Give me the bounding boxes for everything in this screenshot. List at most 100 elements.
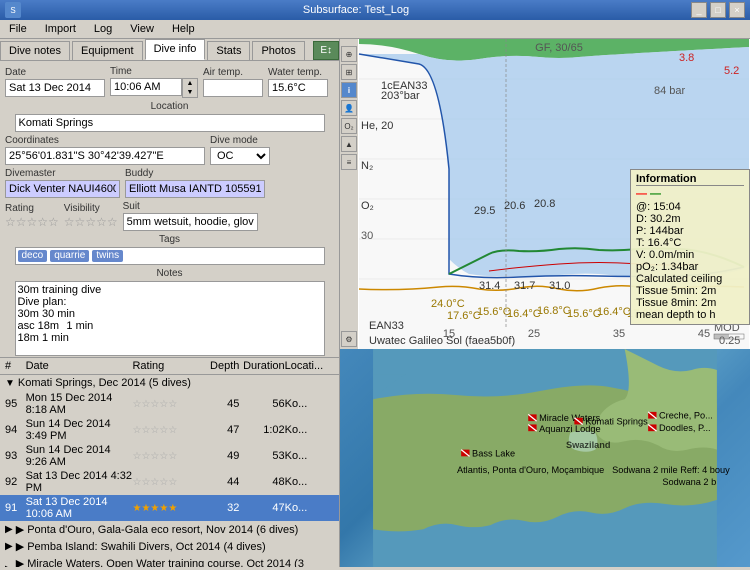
buddy-label: Buddy <box>125 168 265 179</box>
item-duration: 56 <box>239 398 284 410</box>
item-duration: 47 <box>239 502 284 514</box>
maximize-button[interactable]: □ <box>710 2 726 18</box>
svg-text:35: 35 <box>613 328 625 340</box>
spin-up-icon[interactable]: ▲ <box>183 79 197 88</box>
v-label: V: <box>636 249 646 261</box>
group-miracle[interactable]: ▶ ▶ Miracle Waters, Open Water training … <box>0 555 339 567</box>
map-area[interactable]: Miracle Waters Aquanzi Lodge Komati Spri… <box>340 349 750 567</box>
tab-extra[interactable]: E↕ <box>313 41 339 60</box>
green-line-icon: — <box>650 188 661 200</box>
svg-text:Sodwana 2 b: Sodwana 2 b <box>662 477 716 487</box>
time-label: Time <box>110 66 198 77</box>
date-input[interactable] <box>5 79 105 97</box>
depth-icon[interactable]: ▲ <box>341 136 357 152</box>
coordinates-label: Coordinates <box>5 135 205 146</box>
settings-icon[interactable]: ⚙ <box>341 331 357 347</box>
divemode-select[interactable]: OC CCR pSCR SCUBA <box>210 147 270 165</box>
close-button[interactable]: × <box>729 2 745 18</box>
item-date: Sat 13 Dec 2014 10:06 AM <box>26 496 133 520</box>
svg-text:20.6: 20.6 <box>504 200 525 212</box>
suit-input[interactable] <box>123 213 258 231</box>
po2-value: 1.34bar <box>661 261 698 273</box>
svg-text:15.6°C: 15.6°C <box>567 308 601 320</box>
tag-quarrie[interactable]: quarrie <box>50 250 89 262</box>
tab-dive-notes[interactable]: Dive notes <box>0 41 70 60</box>
tab-photos[interactable]: Photos <box>252 41 304 60</box>
svg-text:31.0: 31.0 <box>549 280 570 292</box>
minimize-button[interactable]: _ <box>691 2 707 18</box>
svg-text:31.4: 31.4 <box>479 280 500 292</box>
mean-label: mean depth to h <box>636 309 744 321</box>
svg-text:Sodwana 2 mile Reff: 4 bouy: Sodwana 2 mile Reff: 4 bouy <box>612 465 730 475</box>
location-input[interactable] <box>15 114 325 132</box>
item-location: Ko... <box>285 476 334 488</box>
tab-equipment[interactable]: Equipment <box>72 41 143 60</box>
compass-icon[interactable]: ⊕ <box>341 46 357 62</box>
svg-text:24.0°C: 24.0°C <box>431 298 465 310</box>
item-date: Mon 15 Dec 2014 8:18 AM <box>26 392 133 416</box>
info-icon[interactable]: i <box>341 82 357 98</box>
suit-label: Suit <box>123 201 258 212</box>
rating-label: Rating <box>5 203 59 214</box>
watertemp-input[interactable] <box>268 79 328 97</box>
expand-icon: ▶ <box>5 541 13 552</box>
notes-textarea[interactable]: 30m training dive Dive plan: 30m 30 min … <box>15 281 325 356</box>
group-header-komati[interactable]: ▼ Komati Springs, Dec 2014 (5 dives) <box>0 375 339 391</box>
watertemp-label: Water temp. <box>268 67 328 78</box>
dive-graph: ⊕ ⊞ i 👤 O₂ ▲ ≡ ⚙ <box>340 39 750 349</box>
group-label: Komati Springs, Dec 2014 (5 dives) <box>18 377 191 389</box>
person-icon[interactable]: 👤 <box>341 100 357 116</box>
spin-down-icon[interactable]: ▼ <box>183 88 197 97</box>
item-location: Ko... <box>285 502 334 514</box>
notes-label: Notes <box>156 268 182 279</box>
o2-icon[interactable]: O₂ <box>341 118 357 134</box>
item-depth: 49 <box>202 450 239 462</box>
expand-icon: ▼ <box>5 378 15 389</box>
graph-sidebar: ⊕ ⊞ i 👤 O₂ ▲ ≡ ⚙ <box>340 39 358 349</box>
svg-text:20.8: 20.8 <box>534 198 555 210</box>
menu-help[interactable]: Help <box>168 22 199 36</box>
buddy-input[interactable] <box>125 180 265 198</box>
menu-log[interactable]: Log <box>90 22 116 36</box>
airtemp-input[interactable] <box>203 79 263 97</box>
tag-deco[interactable]: deco <box>18 250 48 262</box>
map-svg: Miracle Waters Aquanzi Lodge Komati Spri… <box>340 349 750 567</box>
visibility-label: Visibility <box>64 203 118 214</box>
item-depth: 45 <box>202 398 239 410</box>
expand-icon: ▶ <box>5 564 13 567</box>
menu-file[interactable]: File <box>5 22 31 36</box>
rating-stars[interactable]: ☆☆☆☆☆ <box>5 215 59 229</box>
time-spinner[interactable]: ▲ ▼ <box>182 78 198 98</box>
tab-stats[interactable]: Stats <box>207 41 250 60</box>
p-label: P: <box>636 225 646 237</box>
tags-container[interactable]: deco quarrie twins <box>15 247 325 265</box>
svg-text:Creche, Po...: Creche, Po... <box>659 411 713 421</box>
item-location: Ko... <box>285 398 334 410</box>
tab-dive-info[interactable]: Dive info <box>145 39 206 60</box>
svg-text:Doodles, P...: Doodles, P... <box>659 423 711 433</box>
d-label: D: <box>636 213 647 225</box>
list-item[interactable]: 95 Mon 15 Dec 2014 8:18 AM ☆☆☆☆☆ 45 56 K… <box>0 391 339 417</box>
item-duration: 53 <box>239 450 284 462</box>
menu-view[interactable]: View <box>126 22 158 36</box>
time-input[interactable] <box>110 78 182 96</box>
menu-import[interactable]: Import <box>41 22 80 36</box>
svg-text:Komati Springs: Komati Springs <box>585 416 648 426</box>
graph-content: GF, 30/65 1cEAN33 203°bar EAN33 He, 20 N… <box>358 39 750 349</box>
group-ponta[interactable]: ▶ ▶ Ponta d'Ouro, Gala-Gala eco resort, … <box>0 521 339 538</box>
list-item-selected[interactable]: 91 Sat 13 Dec 2014 10:06 AM ★★★★★ 32 47 … <box>0 495 339 521</box>
coordinates-input[interactable] <box>5 147 205 165</box>
dive-list: # Date Rating Depth Duration Locati... ▼… <box>0 357 339 567</box>
item-num: 92 <box>5 476 26 488</box>
list-item[interactable]: 92 Sat 13 Dec 2014 4:32 PM ☆☆☆☆☆ 44 48 K… <box>0 469 339 495</box>
svg-text:N₂: N₂ <box>361 160 373 172</box>
group-pemba[interactable]: ▶ ▶ Pemba Island: Swahili Divers, Oct 20… <box>0 538 339 555</box>
divemaster-input[interactable] <box>5 180 120 198</box>
divemaster-label: Divemaster <box>5 168 120 179</box>
zoom-icon[interactable]: ⊞ <box>341 64 357 80</box>
tag-twins[interactable]: twins <box>92 250 123 262</box>
visibility-stars[interactable]: ☆☆☆☆☆ <box>64 215 118 229</box>
list-item[interactable]: 93 Sun 14 Dec 2014 9:26 AM ☆☆☆☆☆ 49 53 K… <box>0 443 339 469</box>
scale-icon[interactable]: ≡ <box>341 154 357 170</box>
list-item[interactable]: 94 Sun 14 Dec 2014 3:49 PM ☆☆☆☆☆ 47 1:02… <box>0 417 339 443</box>
